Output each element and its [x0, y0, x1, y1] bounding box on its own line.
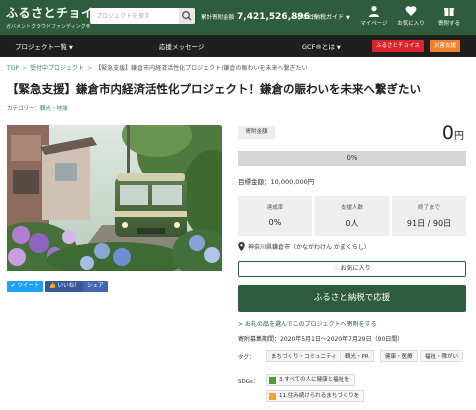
search-input[interactable] [90, 8, 178, 24]
tweet-label: ツイート [17, 283, 40, 289]
tag-item[interactable]: 福祉・障がい [420, 350, 464, 362]
donation-period: 寄附募集期間：2020年5月1日～2020年7月29日（90日間） [238, 336, 404, 343]
share-label: シェア [87, 283, 104, 289]
support-button[interactable]: ふるさと納税で応援 [238, 285, 466, 312]
gift-link[interactable]: > お礼の品を選んでこのプロジェクトへ寄附をする [238, 319, 377, 328]
project-image [7, 125, 222, 271]
stat-supporters: 支援人数 0人 [315, 196, 389, 236]
stat-remaining: 終了まで 91日 / 90日 [392, 196, 466, 236]
guide-label: ふるさと納税ガイド [290, 14, 345, 21]
category-prefix: カテゴリー： [7, 106, 41, 112]
share-button[interactable]: シェア [83, 281, 108, 292]
tag-item[interactable]: 健康・医療 [380, 350, 418, 362]
sdgs-label: SDGs： [238, 379, 259, 385]
heart-outline-icon: ♡ [333, 265, 339, 272]
location-text: 神奈川県鎌倉市（かながわけん かまくらし） [248, 244, 370, 251]
stat-value: 91日 / 90日 [406, 219, 452, 228]
stat-label: 終了まで [417, 205, 440, 211]
tags-label: タグ： [238, 355, 255, 361]
progress-text: 0% [346, 154, 358, 162]
chevron-right-icon: > [238, 321, 244, 328]
chevron-down-icon: ▼ [346, 15, 350, 21]
support-amount-value: 0 [441, 122, 454, 144]
goal-amount: 目標金額：10,000,000円 [238, 178, 315, 186]
chevron-down-icon: ▼ [69, 45, 73, 51]
disaster-tag[interactable]: 災害支援 [430, 40, 461, 52]
map-pin-icon [238, 242, 245, 251]
tag-item[interactable]: まちづくり・コミュニティ [266, 350, 342, 362]
favorite-label: お気に入り [340, 265, 371, 272]
breadcrumb-separator: > [87, 65, 93, 72]
stat-achievement: 達成率 0% [238, 196, 312, 236]
breadcrumb: TOP > 受付中プロジェクト > 【緊急支援】鎌倉市内経済活性化プロジェクト!鎌倉の賑… [7, 63, 308, 72]
breadcrumb-current: 【緊急支援】鎌倉市内経済活性化プロジェクト!鎌倉の賑わいを未来へ繋ぎたい [95, 65, 308, 72]
favorite-button[interactable]: ♡ お気に入り [238, 261, 466, 277]
sdg-item[interactable]: 11.住み続けられるまちづくりを [266, 390, 365, 402]
support-amount-label: 寄附金額 [238, 126, 275, 139]
user-icon [369, 6, 379, 17]
heart-icon [405, 6, 417, 16]
nav-messages-label: 応援メッセージ [159, 43, 205, 51]
gift-link-label: お礼の品を選んでこのプロジェクトへ寄附をする [244, 321, 377, 328]
train-photo-illustration [7, 125, 222, 271]
sdg-item[interactable]: 3.すべての人に健康と福祉を [266, 374, 355, 386]
nav-messages[interactable]: 応援メッセージ [159, 41, 204, 51]
stat-label: 達成率 [266, 205, 284, 211]
search-icon [182, 11, 192, 21]
stat-value: 0人 [345, 219, 359, 228]
support-amount: 0円 [442, 122, 464, 144]
tag-item[interactable]: 観光・PR [340, 350, 374, 362]
breadcrumb-top[interactable]: TOP [7, 65, 19, 72]
donation-label: 累計寄附金額 [201, 15, 235, 21]
project-category: カテゴリー：観光・地域 [7, 104, 68, 112]
search-button[interactable] [179, 8, 195, 24]
nav-gcf-label: GCF®とは [302, 43, 335, 51]
search-box [90, 8, 195, 24]
sdg-color-icon [269, 392, 276, 400]
nav-gcf[interactable]: GCF®とは ▼ [302, 41, 341, 51]
stat-value: 0% [268, 218, 282, 227]
page-title: 【緊急支援】鎌倉市内経済活性化プロジェクト！鎌倉の賑わいを未来へ繋ぎたい [7, 82, 421, 96]
nav-projects[interactable]: プロジェクト一覧 ▼ [15, 41, 73, 51]
mypage-label: マイページ [360, 21, 388, 27]
favorites-label: お気に入り [397, 21, 425, 27]
category-link[interactable]: 観光・地域 [40, 106, 68, 112]
thumbs-up-icon: 👍 [49, 283, 56, 289]
sdg-label: 11.住み続けられるまちづくりを [279, 393, 360, 399]
gift-icon [444, 8, 454, 16]
tweet-button[interactable]: ✔ ツイート [7, 281, 44, 292]
project-location: 神奈川県鎌倉市（かながわけん かまくらし） [238, 242, 370, 251]
progress-bar: 0% [238, 151, 466, 166]
mypage-button[interactable]: マイページ [357, 5, 391, 31]
sdg-label: 3.すべての人に健康と福祉を [279, 377, 350, 383]
like-button[interactable]: 👍 いいね！ [45, 281, 84, 292]
sdg-color-icon [269, 376, 276, 384]
stat-label: 支援人数 [340, 205, 363, 211]
breadcrumb-category[interactable]: 受付中プロジェクト [30, 65, 84, 72]
support-amount-unit: 円 [454, 131, 464, 142]
twitter-icon: ✔ [11, 283, 16, 289]
nav-projects-label: プロジェクト一覧 [15, 43, 67, 51]
site-header: ふるさとチョイス ガバメントクラウドファンディング® 累計寄附金額 7,421,… [0, 0, 476, 35]
chevron-down-icon: ▼ [336, 45, 341, 51]
choice-tag[interactable]: ふるさとチョイス [372, 40, 424, 52]
breadcrumb-separator: > [22, 65, 28, 72]
guide-menu[interactable]: ふるさと納税ガイド ▼ [290, 12, 350, 21]
favorites-button[interactable]: お気に入り [394, 5, 428, 31]
logo-subtitle: ガバメントクラウドファンディング® [6, 24, 91, 30]
sub-navigation: プロジェクト一覧 ▼ 応援メッセージ GCF®とは ▼ ふるさとチョイス 災害支援 [0, 35, 476, 57]
history-button[interactable]: 寄附する [432, 5, 466, 31]
history-label: 寄附する [437, 21, 460, 27]
like-label: いいね！ [57, 283, 80, 289]
